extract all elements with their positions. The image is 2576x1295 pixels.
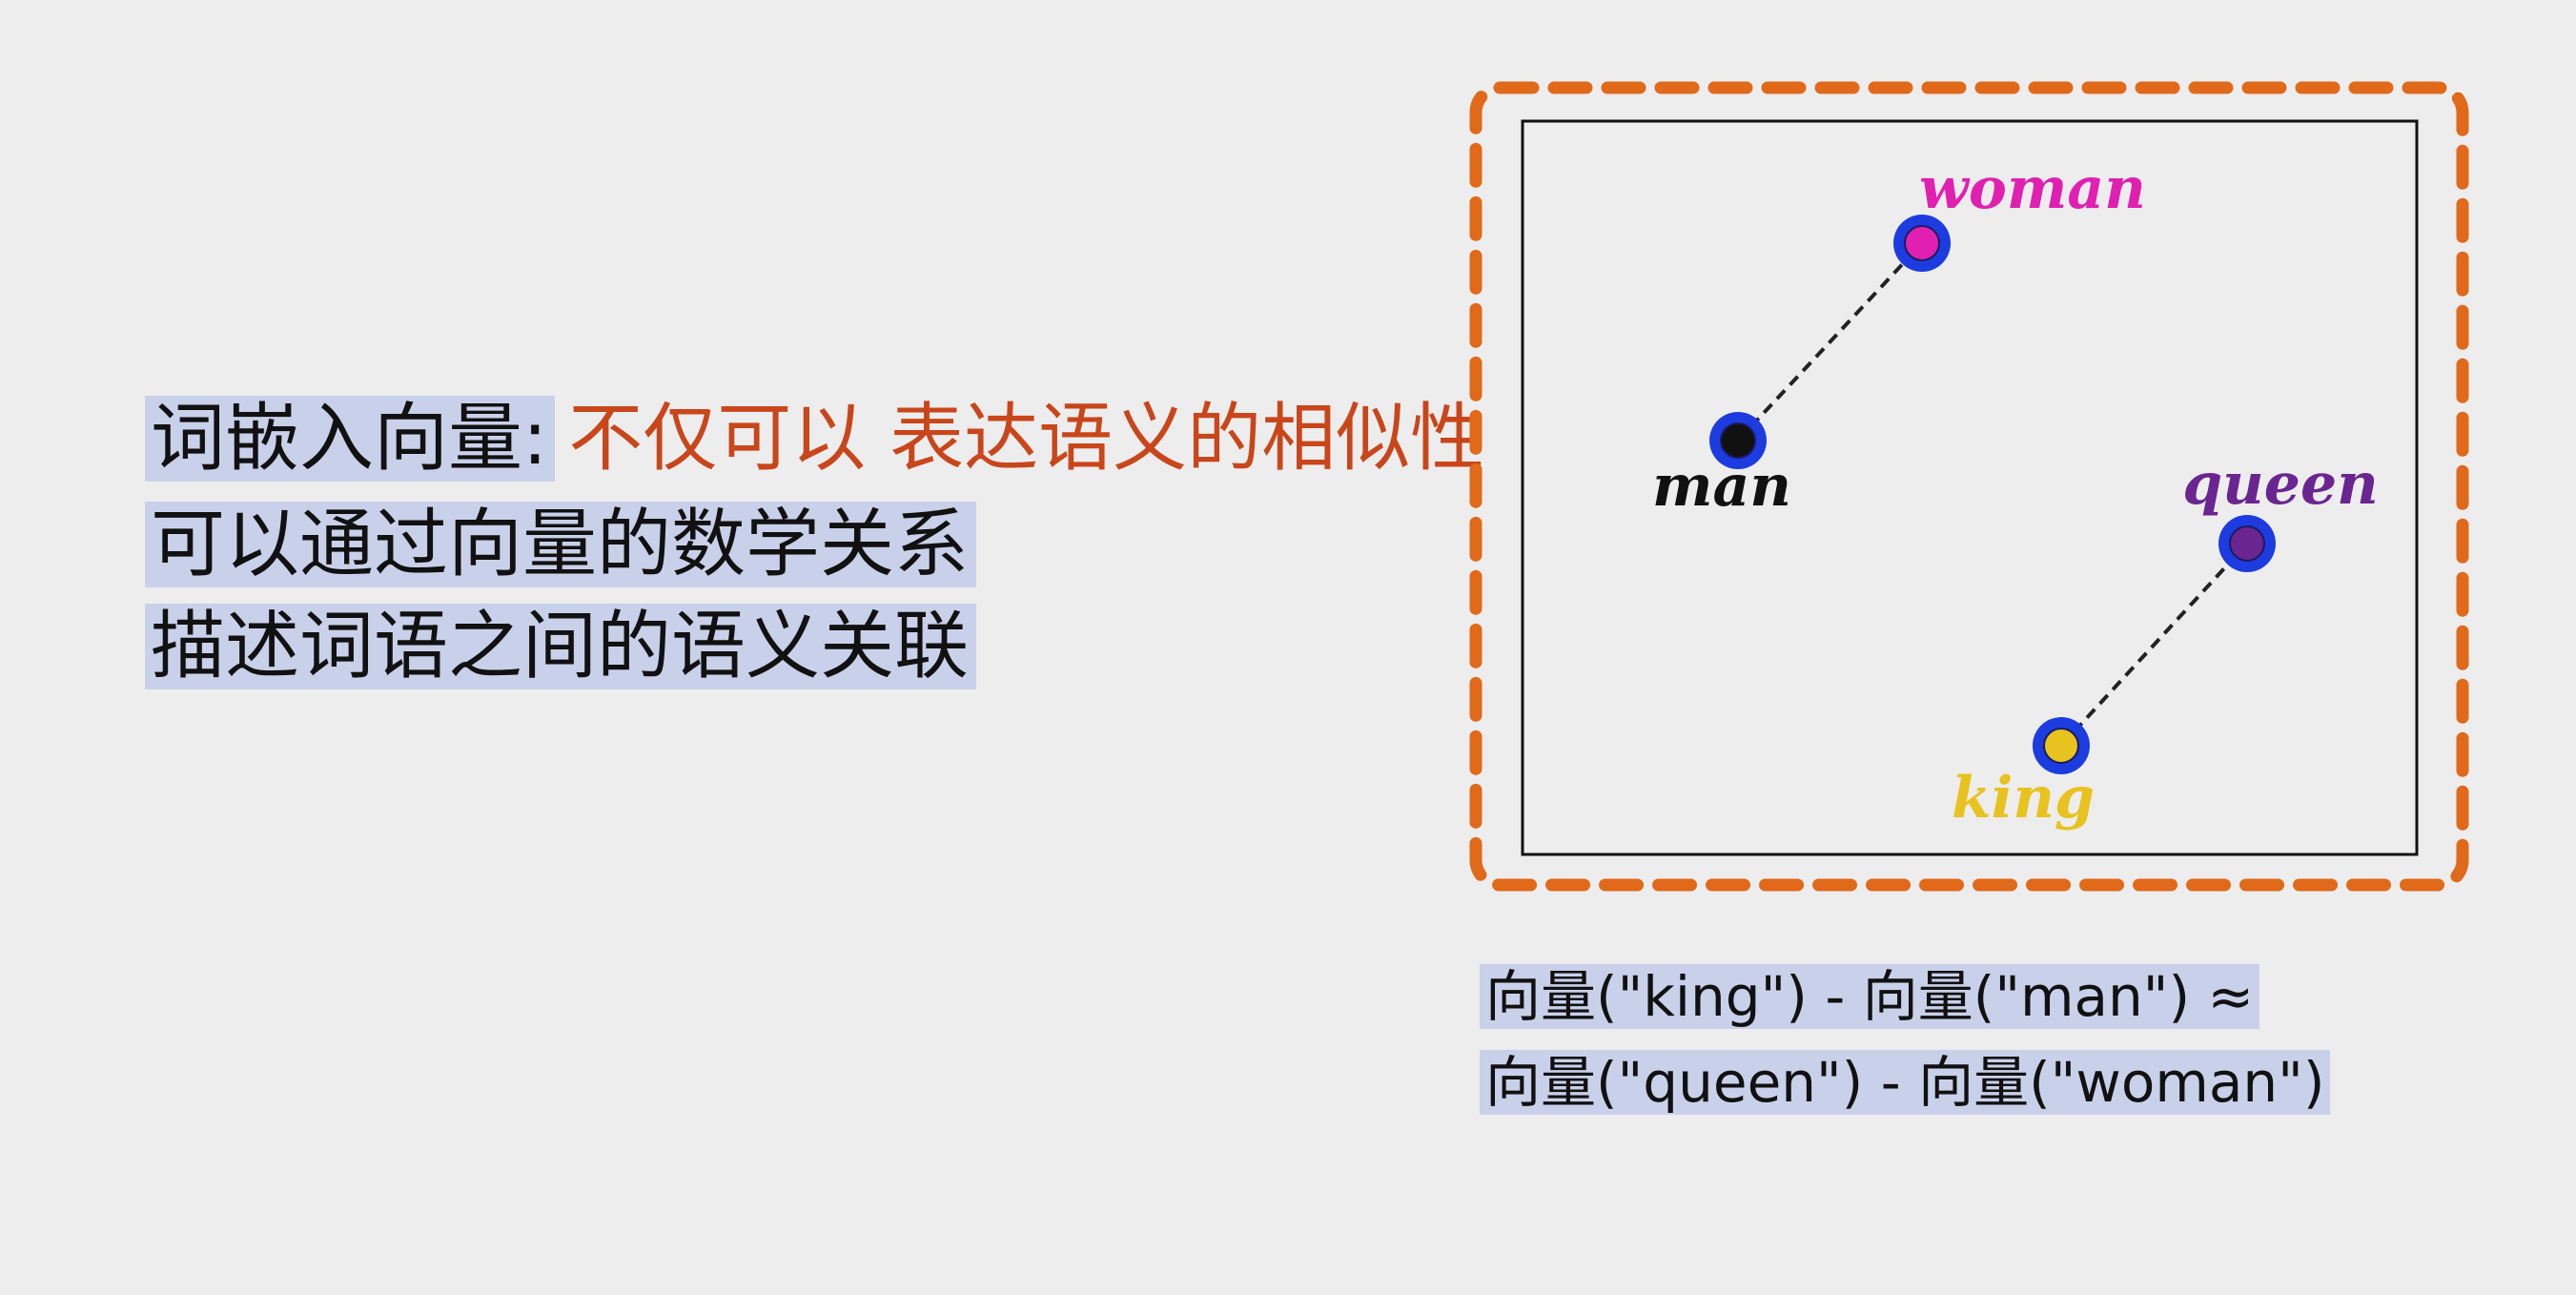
- king-queen-link: [2059, 542, 2249, 748]
- man-woman-link: [1736, 241, 1924, 442]
- point-king: [2043, 728, 2079, 764]
- label-queen: queen: [2182, 451, 2379, 518]
- formula-line-2: 向量("queen") - 向量("woman"): [1480, 1047, 2331, 1118]
- point-woman: [1904, 225, 1940, 261]
- label-man: man: [1652, 453, 1791, 520]
- point-queen: [2229, 525, 2265, 562]
- label-king: king: [1952, 765, 2095, 832]
- label-woman: woman: [1919, 155, 2146, 222]
- formula-text-1: 向量("king") - 向量("man") ≈: [1480, 964, 2260, 1029]
- formula-line-1: 向量("king") - 向量("man") ≈: [1480, 961, 2260, 1032]
- formula-text-2: 向量("queen") - 向量("woman"): [1480, 1050, 2331, 1115]
